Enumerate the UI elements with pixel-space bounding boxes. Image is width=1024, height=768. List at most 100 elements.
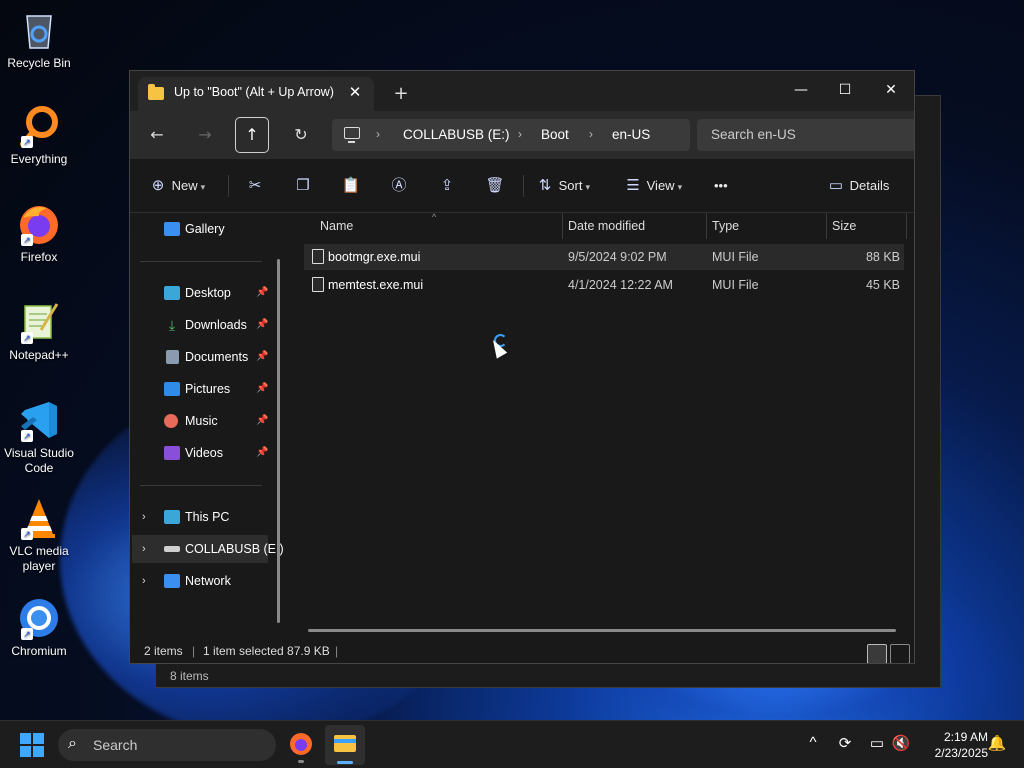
breadcrumb-chevron[interactable]: › [376, 127, 380, 141]
desktop-icon-vlc[interactable]: ↗ VLC media player [0, 496, 78, 574]
shortcut-arrow-icon: ↗ [21, 332, 33, 344]
start-button[interactable] [20, 733, 44, 757]
desktop-icon-label: Notepad++ [9, 348, 69, 362]
address-bar[interactable]: › COLLABUSB (E:) › Boot › en-US [332, 119, 690, 151]
desktop-icon-notepadpp[interactable]: ↗ Notepad++ [0, 300, 78, 363]
clock-time: 2:19 AM [943, 730, 988, 744]
nav-item-downloads[interactable]: ⤓ Downloads 📌 [132, 311, 269, 339]
nav-item-pictures[interactable]: Pictures 📌 [132, 375, 268, 403]
notepadpp-icon: ↗ [17, 300, 61, 344]
close-window-button[interactable]: ✕ [868, 75, 914, 105]
chevron-down-icon: ▾ [585, 182, 590, 192]
nav-item-this-pc[interactable]: › This PC [132, 503, 268, 531]
maximize-button[interactable]: ☐ [822, 75, 868, 105]
sort-button[interactable]: ⇅ Sort ▾ [535, 173, 590, 199]
nav-item-music[interactable]: Music 📌 [132, 407, 268, 435]
pin-icon: 📌 [256, 415, 269, 426]
expand-chevron-icon[interactable]: › [142, 567, 146, 595]
details-pane-icon: ▭ [828, 177, 844, 194]
taskbar-file-explorer[interactable] [325, 725, 365, 765]
pictures-icon [164, 382, 180, 396]
expand-chevron-icon[interactable]: › [142, 503, 146, 531]
nav-scrollbar[interactable] [277, 259, 280, 623]
taskbar-firefox[interactable] [281, 725, 321, 765]
notification-bell-icon[interactable]: 🔔 [986, 734, 1008, 752]
nav-item-desktop[interactable]: Desktop 📌 [132, 279, 268, 307]
file-row[interactable]: memtest.exe.mui 4/1/2024 12:22 AM MUI Fi… [304, 272, 904, 298]
nav-item-documents[interactable]: Documents 📌 [132, 343, 268, 371]
desktop-icon-everything[interactable]: ↗ Everything [0, 104, 78, 167]
nav-item-label: Downloads [185, 318, 247, 332]
show-hidden-icons-button[interactable]: ^ [802, 734, 824, 751]
expand-chevron-icon[interactable]: › [142, 535, 146, 563]
rename-button[interactable]: Ⓐ [389, 173, 409, 199]
search-icon: ⌕ [68, 735, 77, 752]
column-divider[interactable] [706, 213, 707, 239]
clipboard-icon: 📋 [341, 177, 361, 194]
clock[interactable]: 2:19 AM 2/23/2025 [918, 729, 988, 761]
back-button[interactable]: ← [140, 119, 174, 151]
column-header-type[interactable]: Type [712, 219, 739, 233]
breadcrumb-en-us[interactable]: en-US [612, 127, 650, 142]
file-row[interactable]: bootmgr.exe.mui 9/5/2024 9:02 PM MUI Fil… [304, 244, 904, 270]
new-label: New [171, 178, 198, 193]
search-box[interactable]: Search en-US [697, 119, 914, 151]
tab-en-us[interactable]: Up to "Boot" (Alt + Up Arrow) ✕ [138, 77, 374, 111]
share-button[interactable]: ⇪ [437, 173, 457, 199]
details-button[interactable]: ▭ Details [826, 173, 889, 199]
this-pc-icon[interactable] [344, 127, 360, 143]
new-button[interactable]: ⊕ New ▾ [148, 173, 205, 199]
delete-button[interactable]: 🗑 [485, 173, 505, 199]
nav-item-network[interactable]: › Network [132, 567, 268, 595]
nav-item-label: Desktop [185, 286, 231, 300]
scissors-icon: ✂ [248, 177, 262, 194]
new-tab-button[interactable]: + [392, 83, 410, 104]
column-header-size[interactable]: Size [832, 219, 856, 233]
copy-button[interactable]: ❐ [293, 173, 313, 199]
gallery-icon [164, 222, 180, 236]
close-tab-button[interactable]: ✕ [346, 83, 364, 101]
desktop-icon-chromium[interactable]: ↗ Chromium [0, 596, 78, 659]
breadcrumb-chevron[interactable]: › [518, 127, 522, 141]
column-header-date-modified[interactable]: Date modified [568, 219, 645, 233]
breadcrumb-boot[interactable]: Boot [541, 127, 569, 142]
refresh-button[interactable]: ↻ [284, 119, 318, 151]
volume-muted-icon[interactable]: 🔇 [890, 734, 912, 752]
pin-icon: 📌 [256, 383, 269, 394]
column-divider[interactable] [906, 213, 907, 239]
column-header-name[interactable]: Name [320, 219, 353, 233]
nav-item-label: COLLABUSB (E:) [185, 542, 284, 556]
view-button[interactable]: ☰ View ▾ [623, 173, 682, 199]
desktop-icon-vscode[interactable]: ↗ Visual Studio Code [0, 398, 78, 476]
background-status-items: 8 items [170, 669, 209, 683]
this-pc-icon [164, 510, 180, 524]
details-view-button[interactable] [867, 644, 887, 663]
desktop-icon-recycle-bin[interactable]: Recycle Bin [0, 8, 78, 71]
desktop-icon-firefox[interactable]: ↗ Firefox [0, 202, 78, 265]
large-icons-view-button[interactable] [890, 644, 910, 663]
update-icon[interactable]: ⟳ [834, 734, 856, 752]
view-icon: ☰ [626, 177, 640, 194]
forward-button[interactable]: → [188, 119, 222, 151]
taskbar-search[interactable]: ⌕ Search [58, 729, 276, 761]
paste-button[interactable]: 📋 [341, 173, 361, 199]
horizontal-scrollbar[interactable] [308, 629, 896, 632]
nav-item-videos[interactable]: Videos 📌 [132, 439, 268, 467]
more-options-button[interactable]: ••• [714, 173, 728, 199]
file-list[interactable]: ^ Name Date modified Type Size bootmgr.e… [290, 212, 914, 633]
navigation-pane[interactable]: Gallery Desktop 📌 ⤓ Downloads 📌 Document… [130, 213, 284, 633]
network-tray-icon[interactable]: ▭ [866, 734, 888, 752]
pin-icon: 📌 [256, 287, 269, 298]
file-explorer-window[interactable]: Up to "Boot" (Alt + Up Arrow) ✕ + — ☐ ✕ … [129, 70, 915, 664]
breadcrumb-collabusb[interactable]: COLLABUSB (E:) [403, 127, 510, 142]
nav-item-gallery[interactable]: Gallery [132, 215, 268, 243]
pin-icon: 📌 [256, 351, 269, 362]
column-divider[interactable] [826, 213, 827, 239]
title-bar[interactable]: Up to "Boot" (Alt + Up Arrow) ✕ + — ☐ ✕ [130, 71, 914, 111]
column-divider[interactable] [562, 213, 563, 239]
cut-button[interactable]: ✂ [245, 173, 265, 199]
up-button[interactable]: ↑ [235, 117, 269, 153]
breadcrumb-chevron[interactable]: › [589, 127, 593, 141]
nav-item-collabusb[interactable]: › COLLABUSB (E:) [132, 535, 284, 563]
minimize-button[interactable]: — [778, 75, 824, 105]
